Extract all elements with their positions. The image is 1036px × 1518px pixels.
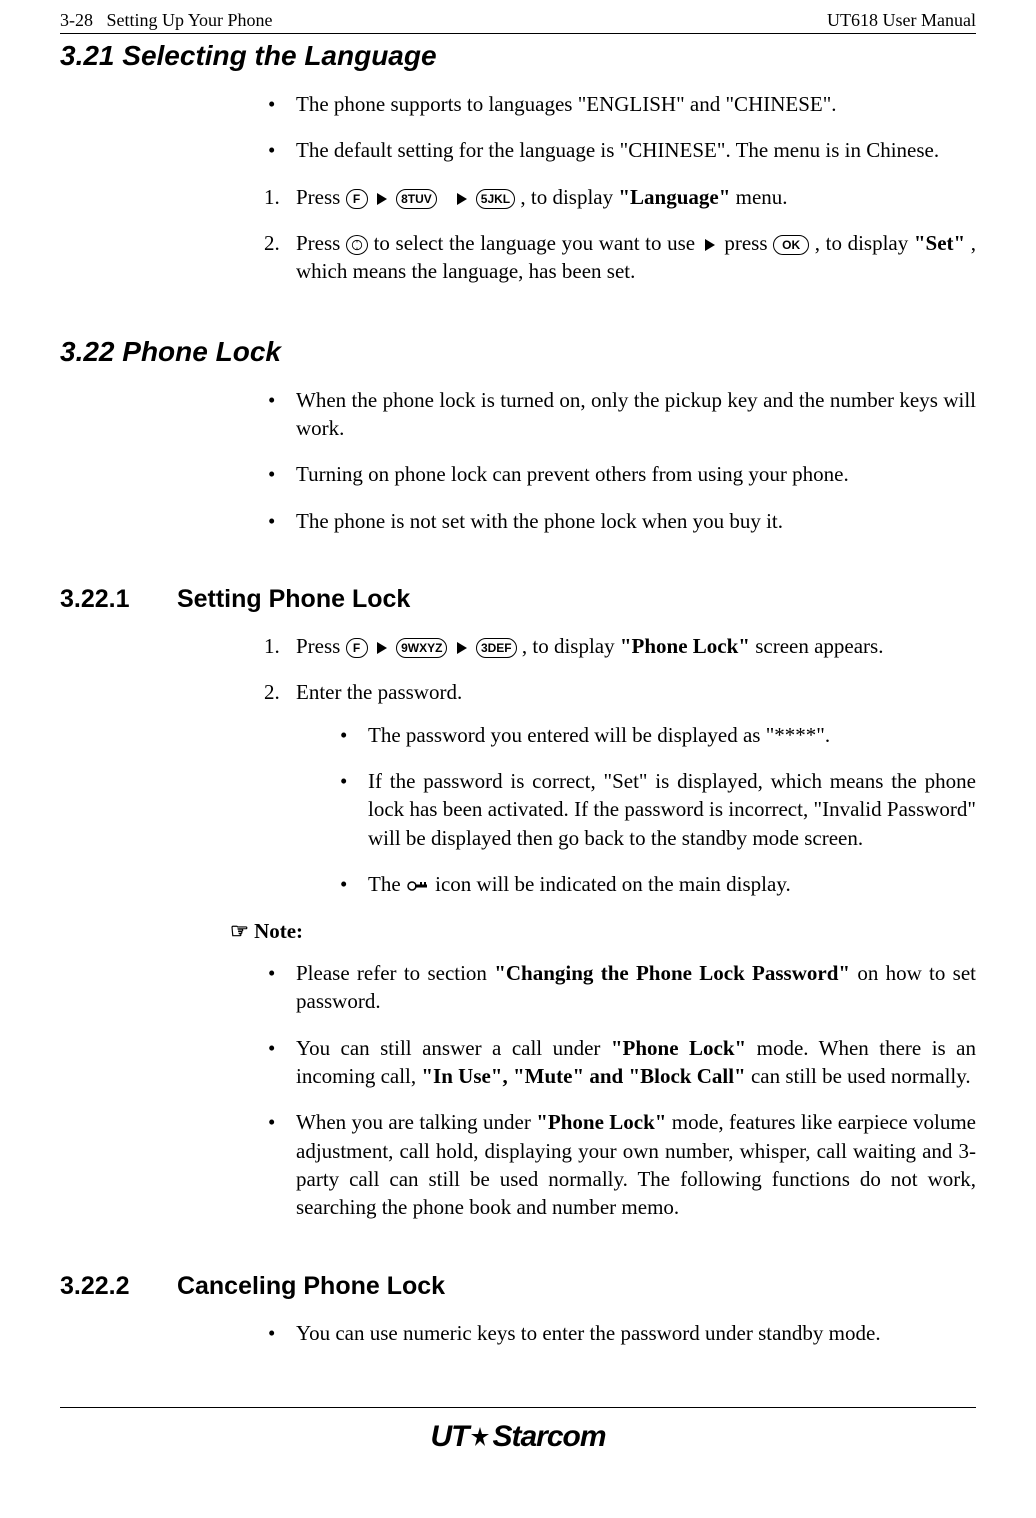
key-8-icon: 8TUV <box>396 189 437 209</box>
arrow-icon <box>705 239 715 251</box>
text-fragment: screen appears. <box>755 634 883 658</box>
note-item: When you are talking under "Phone Lock" … <box>260 1108 976 1221</box>
footer-logo: UT Starcom <box>60 1420 976 1454</box>
text-fragment: Enter the password. <box>296 680 462 704</box>
text-fragment: The <box>368 872 406 896</box>
subsection-heading: Setting Phone Lock <box>177 585 410 613</box>
nav-key-icon <box>346 235 368 255</box>
section-3-22-1-body: Press F 9WXYZ 3DEF , to display "Phone L… <box>260 632 976 1222</box>
key-ok-icon: OK <box>773 235 809 255</box>
logo-star-icon <box>470 1420 490 1454</box>
section-3-22-2-title: 3.22.2 Canceling Phone Lock <box>60 1272 976 1301</box>
text-fragment: When you are talking under <box>296 1110 536 1134</box>
text-fragment: Press <box>296 231 346 255</box>
note-label: ☞ Note: <box>230 917 976 945</box>
section-3-22-title: 3.22 Phone Lock <box>60 336 976 368</box>
section-3-21-title: 3.21 Selecting the Language <box>60 40 976 72</box>
page: 3-28 Setting Up Your Phone UT618 User Ma… <box>0 0 1036 1518</box>
step-item: Press F 8TUV 5JKL , to display "Language… <box>260 183 976 211</box>
arrow-icon <box>457 642 467 654</box>
bullet-item: You can use numeric keys to enter the pa… <box>260 1319 976 1347</box>
step-item: Press F 9WXYZ 3DEF , to display "Phone L… <box>260 632 976 660</box>
text-fragment: , to display <box>815 231 914 255</box>
key-f-icon: F <box>346 189 368 209</box>
step-item: Enter the password. The password you ent… <box>260 678 976 898</box>
text-fragment: to select the language you want to use <box>374 231 701 255</box>
header-section: Setting Up Your Phone <box>107 10 273 30</box>
subsection-number: 3.22.2 <box>60 1272 170 1301</box>
key-3-icon: 3DEF <box>476 638 517 658</box>
note-item: Please refer to section "Changing the Ph… <box>260 959 976 1016</box>
page-number: 3-28 <box>60 10 93 30</box>
arrow-icon <box>457 193 467 205</box>
step-item: Press to select the language you want to… <box>260 229 976 286</box>
logo-rest: Starcom <box>492 1420 605 1454</box>
text-fragment: Please refer to section <box>296 961 494 985</box>
bullet-item: The phone supports to languages "ENGLISH… <box>260 90 976 118</box>
header-left: 3-28 Setting Up Your Phone <box>60 10 273 31</box>
bold-text: "Phone Lock" <box>536 1110 666 1134</box>
bullet-item: If the password is correct, "Set" is dis… <box>332 767 976 852</box>
section-3-22-1-title: 3.22.1 Setting Phone Lock <box>60 585 976 614</box>
footer-divider <box>60 1407 976 1408</box>
note-item: You can still answer a call under "Phone… <box>260 1034 976 1091</box>
bullet-item: The default setting for the language is … <box>260 136 976 164</box>
bold-text: "Phone Lock" <box>620 634 750 658</box>
bullet-item: The password you entered will be display… <box>332 721 976 749</box>
arrow-icon <box>377 642 387 654</box>
key-f-icon: F <box>346 638 368 658</box>
bullet-item: The phone is not set with the phone lock… <box>260 507 976 535</box>
bullet-item: Turning on phone lock can prevent others… <box>260 460 976 488</box>
bold-text: "Language" <box>618 185 730 209</box>
bold-text: "Changing the Phone Lock Password" <box>494 961 850 985</box>
section-3-22-body: When the phone lock is turned on, only t… <box>260 386 976 535</box>
text-fragment: can still be used normally. <box>751 1064 971 1088</box>
text-fragment: You can still answer a call under <box>296 1036 611 1060</box>
subsection-number: 3.22.1 <box>60 585 170 614</box>
key-9-icon: 9WXYZ <box>396 638 447 658</box>
text-fragment: Press <box>296 634 346 658</box>
lock-icon <box>406 878 430 894</box>
page-header: 3-28 Setting Up Your Phone UT618 User Ma… <box>60 10 976 31</box>
bullet-item: The icon will be indicated on the main d… <box>332 870 976 898</box>
text-fragment: Press <box>296 185 346 209</box>
logo-ut: UT <box>430 1420 468 1454</box>
bold-text: "Phone Lock" <box>611 1036 746 1060</box>
key-5-icon: 5JKL <box>476 189 515 209</box>
text-fragment: icon will be indicated on the main displ… <box>435 872 791 896</box>
header-divider <box>60 33 976 34</box>
section-3-21-body: The phone supports to languages "ENGLISH… <box>260 90 976 286</box>
text-fragment: , to display <box>522 634 620 658</box>
subsection-heading: Canceling Phone Lock <box>177 1272 445 1300</box>
text-fragment: , to display <box>520 185 618 209</box>
text-fragment: menu. <box>736 185 788 209</box>
bullet-item: When the phone lock is turned on, only t… <box>260 386 976 443</box>
section-3-22-2-body: You can use numeric keys to enter the pa… <box>260 1319 976 1347</box>
text-fragment: press <box>724 231 773 255</box>
header-right: UT618 User Manual <box>827 10 976 31</box>
arrow-icon <box>377 193 387 205</box>
bold-text: "In Use", "Mute" and "Block Call" <box>421 1064 745 1088</box>
bold-text: "Set" <box>914 231 965 255</box>
